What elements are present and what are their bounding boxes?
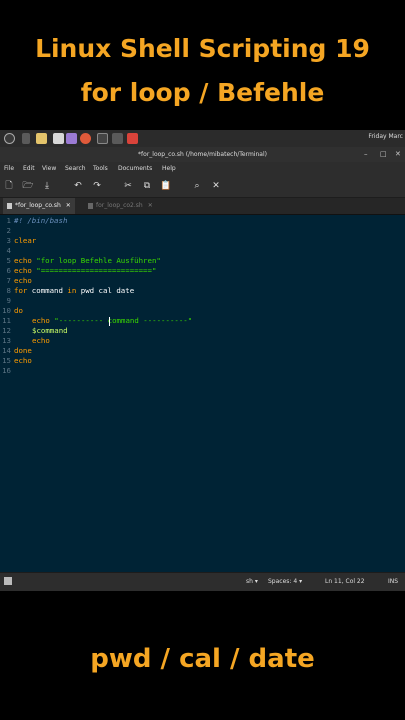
code-text-area[interactable]: #! /bin/bash clear echo "for loop Befehl… [13,215,403,572]
line-number-gutter: 1 2 3 4 5 6 7 8 9 10 11 12 13 14 15 16 [0,215,12,572]
code-line-5[interactable]: echo "for loop Befehle Ausführen" [14,256,161,265]
keyword: echo [14,266,32,275]
close-tab-icon[interactable]: ✕ [148,202,153,209]
panel-clock[interactable]: Friday Marc [368,133,403,140]
tab-for-loop-co[interactable]: *for_loop_co.sh ✕ [3,198,75,214]
document-icon [7,202,12,209]
code-editor[interactable]: 1 2 3 4 5 6 7 8 9 10 11 12 13 14 15 16 #… [0,215,405,572]
tab-label: *for_loop_co.sh [15,202,61,209]
line-number: 2 [6,226,11,235]
video-title-line-2: for loop / Befehle [80,78,325,107]
indent-selector[interactable]: Spaces: 4 ▾ [268,578,302,585]
menu-view[interactable]: View [42,165,56,172]
code-line-3[interactable]: clear [14,236,36,245]
menu-search[interactable]: Search [65,165,86,172]
window-title: *for_loop_co.sh (/home/mibatech/Terminal… [138,151,267,158]
code-line-7[interactable]: echo [14,276,32,285]
keyword: in [67,286,77,295]
line-number: 4 [6,246,11,255]
tab-for-loop-co2[interactable]: for_loop_co2.sh ✕ [84,198,157,214]
text-cursor [109,317,110,326]
paste-icon[interactable]: 📋 [160,180,172,192]
code-line-6[interactable]: echo "=========================" [14,266,156,275]
document-icon [88,202,93,209]
tab-bar: *for_loop_co.sh ✕ for_loop_co2.sh ✕ [0,198,405,215]
menu-documents[interactable]: Documents [118,165,152,172]
line-number: 16 [2,366,11,375]
code-line-14[interactable]: done [14,346,32,355]
open-file-icon[interactable]: 🗁 [22,180,34,192]
menu-bar: File Edit View Search Tools Documents He… [0,162,405,175]
line-number: 9 [6,296,11,305]
language-selector[interactable]: sh ▾ [246,578,258,585]
text-editor-icon[interactable] [53,133,64,144]
redo-icon[interactable]: ↷ [91,180,103,192]
desktop-screen: Friday Marc *for_loop_co.sh (/home/mibat… [0,130,405,591]
tab-label: for_loop_co2.sh [96,202,143,209]
video-title-line-1: Linux Shell Scripting 19 [35,34,370,63]
code-line-8[interactable]: for command in pwd cal date [14,286,134,295]
code-line-11[interactable]: echo "---------- command ----------" [32,316,192,325]
code-line-15[interactable]: echo [14,356,32,365]
menu-help[interactable]: Help [162,165,176,172]
video-footer-caption: pwd / cal / date [90,644,315,674]
search-icon[interactable]: ⌕ [191,180,203,192]
terminal-icon[interactable] [97,133,108,144]
string-literal: "=========================" [31,266,157,275]
minimize-button[interactable]: – [364,150,368,159]
line-number: 7 [6,276,11,285]
keyword: echo [14,256,32,265]
line-number: 15 [2,356,11,365]
toolbar: 🗋 🗁 ⤓ ↶ ↷ ✂ ⧉ 📋 ⌕ ✕ [0,175,405,198]
app-icon-3[interactable] [127,133,138,144]
top-panel: Friday Marc [0,130,405,147]
cursor-position: Ln 11, Col 22 [325,578,365,585]
menu-edit[interactable]: Edit [23,165,35,172]
undo-icon[interactable]: ↶ [72,180,84,192]
show-desktop-icon[interactable] [22,133,30,144]
code-line-13[interactable]: echo [32,336,50,345]
window-title-bar[interactable]: *for_loop_co.sh (/home/mibatech/Terminal… [0,147,405,162]
code-text: command [27,286,68,295]
app-icon[interactable] [80,133,91,144]
code-text: pwd cal date [76,286,135,295]
string-literal: "for loop Befehle Ausführen" [31,256,161,265]
line-number: 6 [6,266,11,275]
close-tab-icon[interactable]: ✕ [66,202,71,209]
line-number: 11 [2,316,11,325]
keyword: for [14,286,28,295]
string-literal: "---------- command ----------" [49,316,193,325]
files-icon[interactable] [36,133,47,144]
code-line-10[interactable]: do [14,306,23,315]
line-number: 12 [2,326,11,335]
line-number: 3 [6,236,11,245]
menu-tools[interactable]: Tools [93,165,108,172]
app-icon-2[interactable] [112,133,123,144]
line-number: 1 [6,216,11,225]
menu-file[interactable]: File [4,165,14,172]
language-label: sh [246,578,253,585]
indent-label: Spaces: 4 [268,578,298,585]
new-document-icon[interactable]: 🗋 [3,180,15,192]
side-panel-toggle-icon[interactable] [4,577,12,585]
status-bar: sh ▾ Spaces: 4 ▾ Ln 11, Col 22 INS [0,572,405,591]
start-menu-icon[interactable] [4,133,15,144]
line-number: 5 [6,256,11,265]
software-icon[interactable] [66,133,77,144]
cut-icon[interactable]: ✂ [122,180,134,192]
maximize-button[interactable]: □ [380,150,387,159]
code-line-12[interactable]: $command [32,326,68,335]
line-number: 8 [6,286,11,295]
save-icon[interactable]: ⤓ [41,180,53,192]
keyword: echo [32,316,50,325]
close-window-button[interactable]: ✕ [395,150,401,159]
line-number: 10 [2,306,11,315]
code-line-1[interactable]: #! /bin/bash [14,216,67,225]
insert-mode: INS [388,578,399,585]
tools-icon[interactable]: ✕ [210,180,222,192]
copy-icon[interactable]: ⧉ [141,180,153,192]
line-number: 14 [2,346,11,355]
line-number: 13 [2,336,11,345]
